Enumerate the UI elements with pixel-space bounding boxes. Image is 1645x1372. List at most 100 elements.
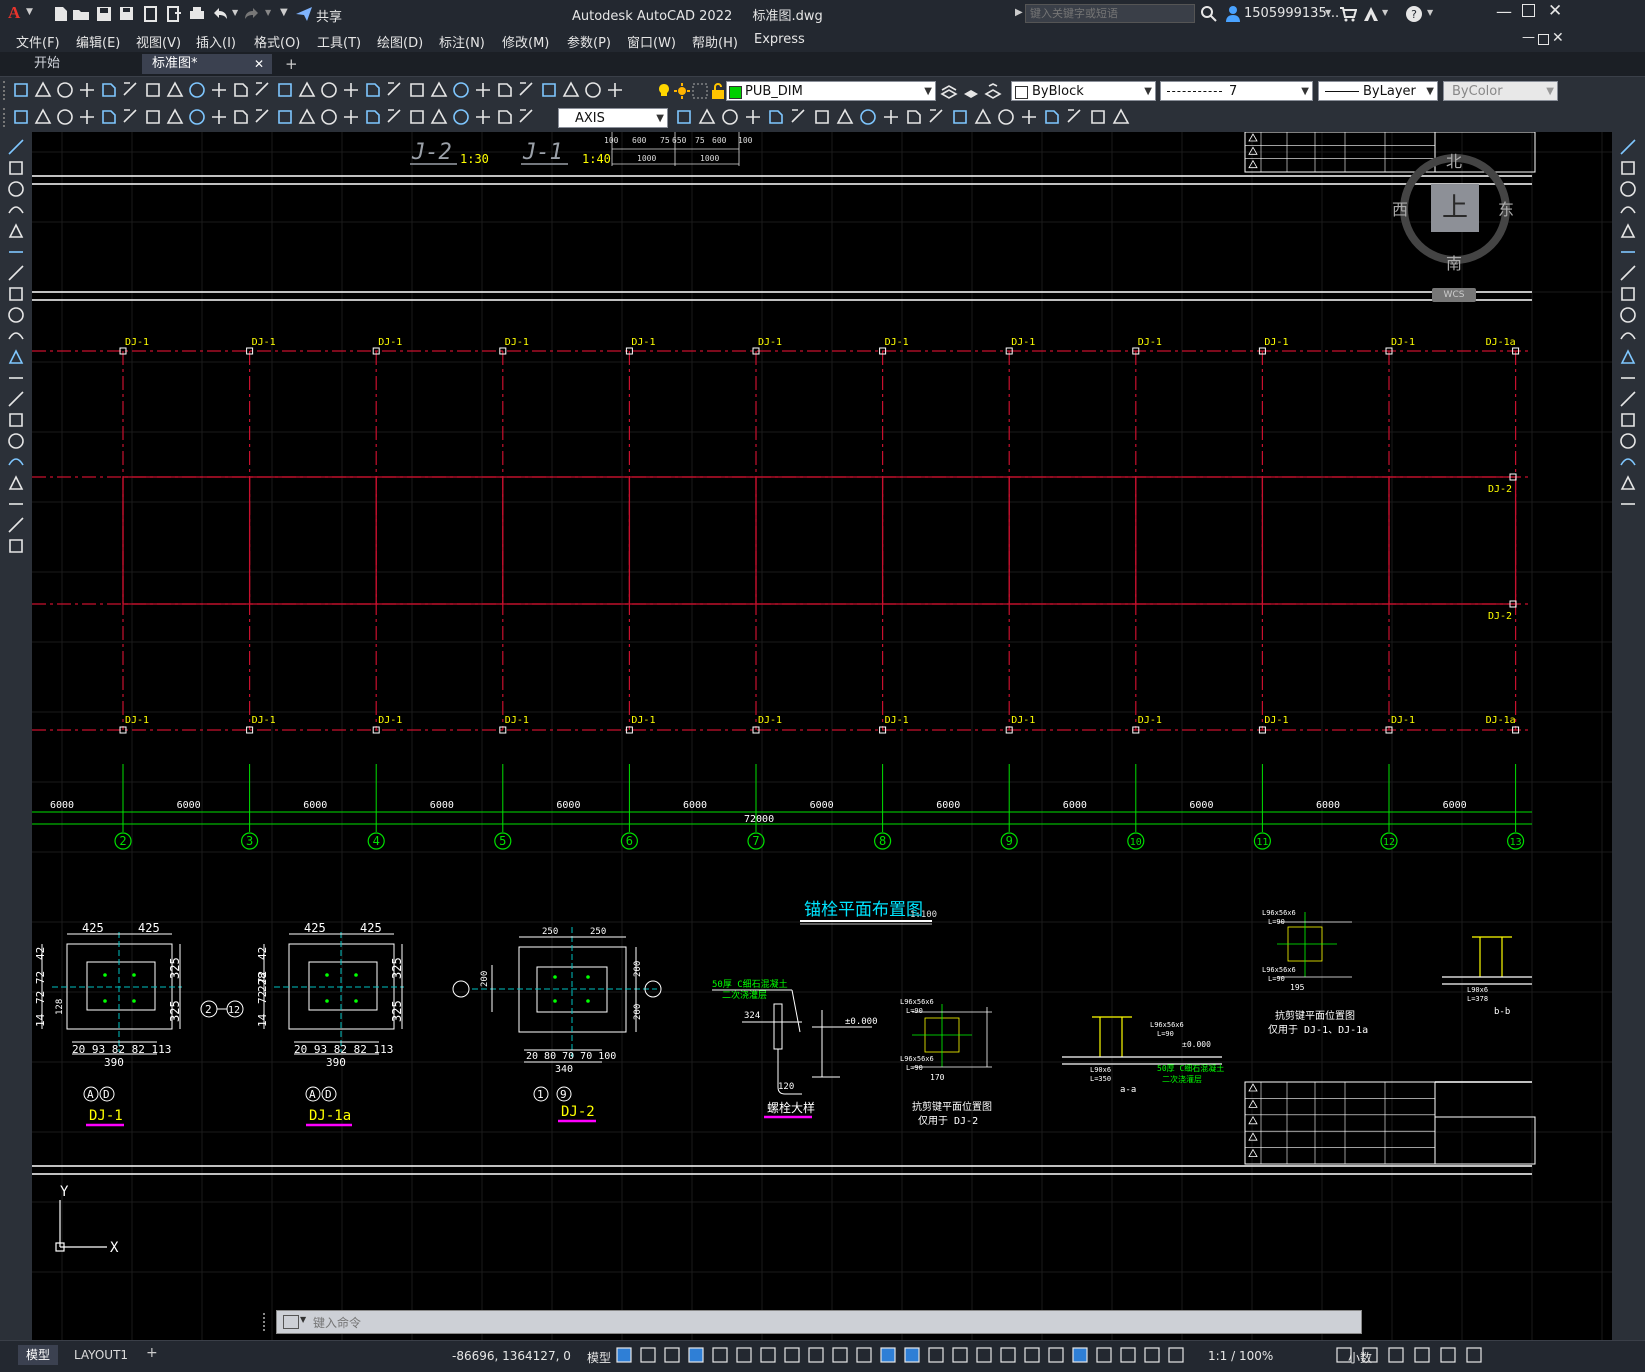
standard-tool-icon[interactable]	[144, 81, 162, 99]
object-tool-icon[interactable]	[859, 108, 877, 126]
command-line[interactable]: ▼	[263, 1310, 1362, 1334]
draw-tool-icon[interactable]	[7, 222, 25, 240]
dimension-tool-icon[interactable]	[34, 108, 52, 126]
status-toggle-icon[interactable]	[1071, 1346, 1089, 1364]
draw-tool-icon[interactable]	[7, 495, 25, 513]
dimension-tool-icon[interactable]	[386, 108, 404, 126]
standard-tool-icon[interactable]	[342, 81, 360, 99]
dimension-tool-icon[interactable]	[276, 108, 294, 126]
help-icon[interactable]: ?	[1405, 5, 1423, 23]
drawing-svg[interactable]: J-2 1:30 J-1 1:40 100 600 75 650 75 600 …	[32, 132, 1612, 1340]
menu-view[interactable]: 视图(V)	[136, 32, 181, 51]
new-tab-icon[interactable]: +	[285, 55, 298, 73]
dimension-tool-icon[interactable]	[100, 108, 118, 126]
annotation-scale[interactable]: 1:1 / 100%	[1208, 1349, 1273, 1363]
layer-match-icon[interactable]	[962, 82, 980, 100]
dimension-tool-icon[interactable]	[430, 108, 448, 126]
status-toggle-icon[interactable]	[1047, 1346, 1065, 1364]
status-toggle-icon[interactable]	[1387, 1346, 1405, 1364]
status-toggle-icon[interactable]	[1119, 1346, 1137, 1364]
object-tool-icon[interactable]	[744, 108, 762, 126]
status-toggle-icon[interactable]	[831, 1346, 849, 1364]
status-toggle-icon[interactable]	[759, 1346, 777, 1364]
object-tool-icon[interactable]	[997, 108, 1015, 126]
wcs-menu[interactable]: WCS	[1432, 288, 1476, 302]
standard-tool-icon[interactable]	[606, 81, 624, 99]
menu-tools[interactable]: 工具(T)	[317, 32, 361, 51]
standard-tool-icon[interactable]	[254, 81, 272, 99]
menu-express[interactable]: Express	[754, 32, 805, 47]
draw-tool-icon[interactable]	[7, 180, 25, 198]
cmd-recent-icon[interactable]: ▼	[300, 1315, 306, 1324]
standard-tool-icon[interactable]	[232, 81, 250, 99]
status-toggle-icon[interactable]	[1439, 1346, 1457, 1364]
menu-help[interactable]: 帮助(H)	[692, 32, 738, 51]
cart-icon[interactable]	[1339, 5, 1357, 23]
plot-icon[interactable]	[188, 5, 206, 23]
menu-file[interactable]: 文件(F)	[16, 32, 60, 51]
viewcube-west[interactable]: 西	[1392, 196, 1408, 220]
modify-tool-icon[interactable]	[1619, 222, 1637, 240]
standard-tool-icon[interactable]	[320, 81, 338, 99]
dimstyle-combo[interactable]: AXIS ▼	[558, 108, 668, 128]
dimension-tool-icon[interactable]	[12, 108, 30, 126]
toolbar-grip[interactable]	[3, 108, 8, 127]
standard-tool-icon[interactable]	[166, 81, 184, 99]
lineweight-combo[interactable]: ByLayer ▼	[1318, 81, 1438, 101]
dimension-tool-icon[interactable]	[496, 108, 514, 126]
object-tool-icon[interactable]	[1089, 108, 1107, 126]
object-tool-icon[interactable]	[1112, 108, 1130, 126]
dimension-tool-icon[interactable]	[232, 108, 250, 126]
close-icon[interactable]: ✕	[1548, 1, 1562, 21]
status-toggle-icon[interactable]	[663, 1346, 681, 1364]
dimension-tool-icon[interactable]	[320, 108, 338, 126]
undo-dropdown-icon[interactable]: ▼	[232, 8, 238, 17]
dimension-tool-icon[interactable]	[144, 108, 162, 126]
draw-tool-icon[interactable]	[7, 159, 25, 177]
standard-tool-icon[interactable]	[364, 81, 382, 99]
viewcube[interactable]: 上 北 南 东 西	[1392, 152, 1514, 273]
modify-tool-icon[interactable]	[1619, 243, 1637, 261]
menu-draw[interactable]: 绘图(D)	[377, 32, 423, 51]
status-toggle-icon[interactable]	[1465, 1346, 1483, 1364]
open-folder-icon[interactable]	[72, 5, 90, 23]
draw-tool-icon[interactable]	[7, 285, 25, 303]
modify-tool-icon[interactable]	[1619, 159, 1637, 177]
menu-parametric[interactable]: 参数(P)	[567, 32, 611, 51]
dimension-tool-icon[interactable]	[78, 108, 96, 126]
publish-web-icon[interactable]	[142, 5, 160, 23]
layer-combo[interactable]: PUB_DIM ▼	[726, 81, 936, 101]
standard-tool-icon[interactable]	[584, 81, 602, 99]
tab-start[interactable]: 开始	[24, 54, 154, 74]
modify-tool-icon[interactable]	[1619, 432, 1637, 450]
standard-tool-icon[interactable]	[452, 81, 470, 99]
logo-menu-arrow-icon[interactable]: ▼	[26, 7, 33, 17]
redo-dropdown-icon[interactable]: ▼	[265, 8, 271, 17]
doc-close-icon[interactable]: ✕	[1552, 30, 1564, 46]
status-toggle-icon[interactable]	[1095, 1346, 1113, 1364]
autodesk-account-icon[interactable]	[1362, 5, 1380, 23]
status-toggle-icon[interactable]	[807, 1346, 825, 1364]
status-toggle-icon[interactable]	[783, 1346, 801, 1364]
standard-tool-icon[interactable]	[12, 81, 30, 99]
user-icon[interactable]	[1224, 5, 1242, 23]
save-as-icon[interactable]	[118, 5, 136, 23]
cmd-grip[interactable]	[263, 1313, 268, 1331]
object-tool-icon[interactable]	[813, 108, 831, 126]
maximize-icon[interactable]	[1522, 4, 1535, 17]
status-toggle-icon[interactable]	[951, 1346, 969, 1364]
status-toggle-icon[interactable]	[855, 1346, 873, 1364]
standard-tool-icon[interactable]	[496, 81, 514, 99]
tab-standard-drawing[interactable]: 标准图* ✕	[142, 54, 272, 74]
standard-tool-icon[interactable]	[34, 81, 52, 99]
modify-tool-icon[interactable]	[1619, 495, 1637, 513]
save-icon[interactable]	[95, 5, 113, 23]
draw-tool-icon[interactable]	[7, 516, 25, 534]
modify-tool-icon[interactable]	[1619, 327, 1637, 345]
coordinates-readout[interactable]: -86696, 1364127, 0	[452, 1349, 571, 1363]
status-toggle-icon[interactable]	[639, 1346, 657, 1364]
status-toggle-icon[interactable]	[615, 1346, 633, 1364]
viewcube-east[interactable]: 东	[1498, 196, 1514, 220]
draw-tool-icon[interactable]	[7, 138, 25, 156]
standard-tool-icon[interactable]	[408, 81, 426, 99]
